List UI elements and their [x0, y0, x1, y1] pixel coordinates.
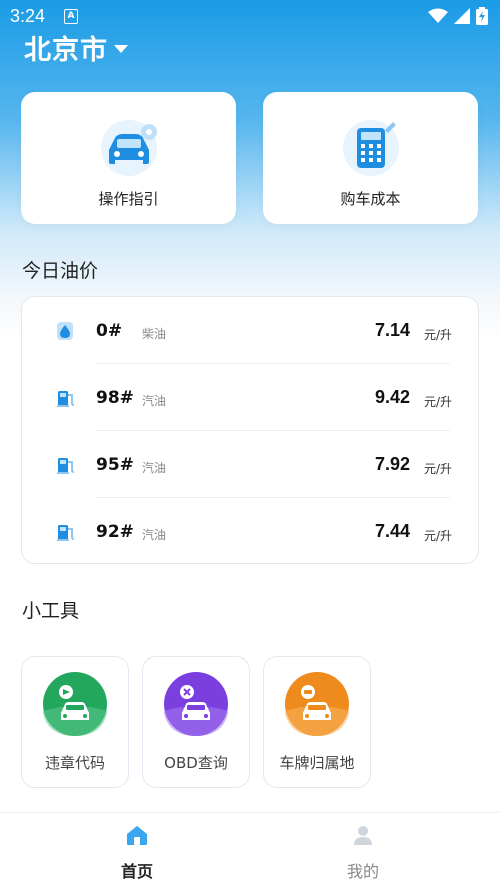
oil-price-card: 0# 柴油 7.14 元/升 98# 汽油 9.42 元/升 95# 汽油 7.… [21, 296, 479, 564]
signal-icon [454, 8, 470, 24]
oil-price: 9.42 [374, 387, 410, 407]
guide-label: 操作指引 [98, 190, 159, 208]
car-cost-card[interactable]: 购车成本 [263, 92, 478, 224]
oil-grade: 95# [96, 455, 134, 475]
tool-label: OBD查询 [164, 754, 228, 772]
tool-label: 车牌归属地 [279, 754, 355, 772]
status-icons [428, 7, 488, 25]
oil-type: 柴油 [142, 327, 167, 341]
oil-section-title: 今日油价 [22, 260, 99, 282]
car-cost-label: 购车成本 [340, 190, 401, 208]
tools-section-title: 小工具 [22, 600, 80, 622]
oil-price: 7.44 [374, 521, 410, 541]
oil-price: 7.14 [374, 320, 410, 340]
violation-code-icon [43, 672, 107, 736]
oil-type: 汽油 [142, 461, 167, 475]
tab-profile-label: 我的 [346, 862, 379, 881]
oil-unit: 元/升 [423, 529, 452, 543]
obd-query-icon [164, 672, 228, 736]
status-time: 3:24 [10, 6, 46, 26]
tool-violation-code[interactable]: 违章代码 [21, 656, 129, 788]
city-label: 北京市 [24, 35, 108, 66]
caret-down-icon [114, 44, 128, 53]
tool-obd-query[interactable]: OBD查询 [142, 656, 250, 788]
plate-location-icon [285, 672, 349, 736]
oil-grade: 98# [96, 388, 134, 408]
oil-row: 95# 汽油 7.92 元/升 [22, 431, 480, 498]
oil-row: 92# 汽油 7.44 元/升 [22, 498, 480, 565]
notification-a-icon: A [64, 9, 78, 24]
car-guide-icon [100, 120, 157, 176]
fuel-pump-icon [57, 458, 75, 474]
oil-grade: 0# [96, 321, 123, 341]
profile-icon [354, 826, 372, 845]
oil-row: 0# 柴油 7.14 元/升 [22, 297, 480, 364]
tab-home-label: 首页 [120, 862, 153, 881]
tool-plate-location[interactable]: 车牌归属地 [263, 656, 371, 788]
oil-type: 汽油 [142, 528, 167, 542]
tab-profile[interactable]: 我的 [238, 813, 488, 888]
oil-drop-icon [57, 322, 73, 340]
oil-unit: 元/升 [423, 328, 452, 342]
oil-type: 汽油 [142, 394, 167, 408]
wifi-icon [428, 8, 448, 23]
fuel-pump-icon [57, 525, 75, 541]
home-icon [127, 826, 147, 845]
oil-unit: 元/升 [423, 395, 452, 409]
tool-label: 违章代码 [44, 754, 105, 772]
calculator-icon [342, 120, 399, 176]
city-selector[interactable]: 北京市 [24, 28, 128, 67]
battery-icon [476, 7, 488, 25]
tab-home[interactable]: 首页 [12, 813, 262, 888]
oil-grade: 92# [96, 522, 134, 542]
bottom-tab-bar: 首页 我的 [0, 812, 500, 888]
oil-row: 98# 汽油 9.42 元/升 [22, 364, 480, 431]
fuel-pump-icon [57, 391, 75, 407]
oil-price: 7.92 [374, 454, 410, 474]
guide-card[interactable]: 操作指引 [21, 92, 236, 224]
oil-unit: 元/升 [423, 462, 452, 476]
